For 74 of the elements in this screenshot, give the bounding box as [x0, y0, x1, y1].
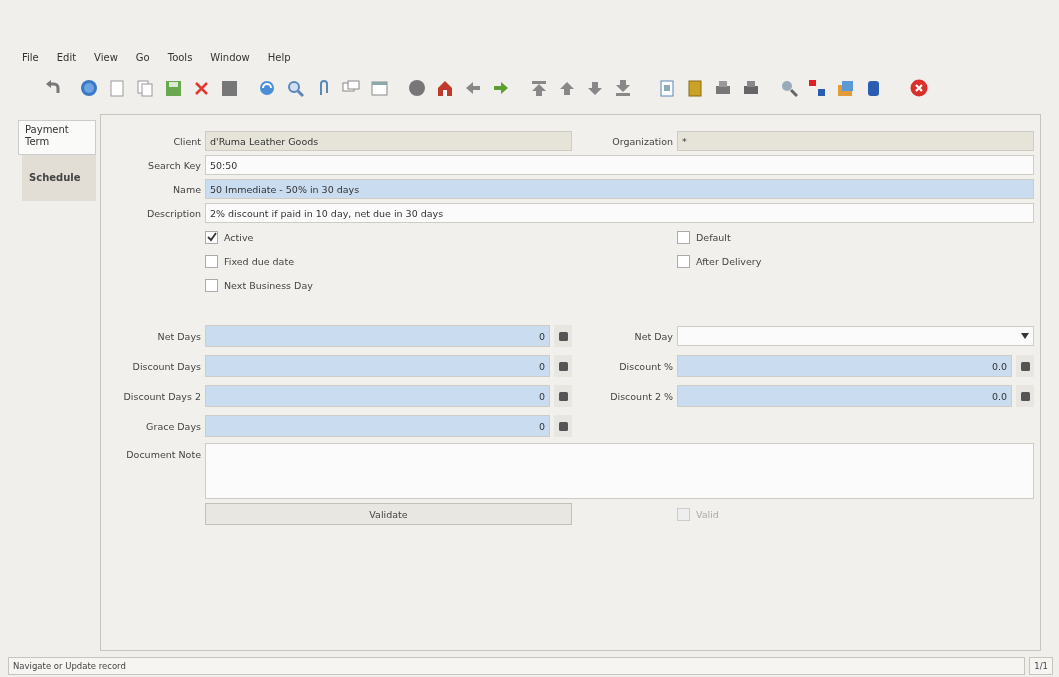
circle-icon[interactable]	[408, 78, 426, 98]
save-icon[interactable]	[164, 78, 182, 98]
menu-item[interactable]: View	[92, 50, 120, 64]
copy-record-icon[interactable]	[136, 78, 154, 98]
menu-item[interactable]: File	[20, 50, 41, 64]
square-icon	[558, 361, 568, 371]
search-icon[interactable]	[286, 78, 304, 98]
square-icon	[558, 391, 568, 401]
field-label: Name	[171, 183, 201, 195]
refresh-icon[interactable]	[258, 78, 276, 98]
zoom-icon[interactable]	[780, 78, 798, 98]
square-icon	[1020, 391, 1030, 401]
calculator-button[interactable]	[554, 325, 572, 347]
menu-item[interactable]: Go	[133, 50, 152, 64]
field-label: Discount Days 2	[122, 390, 201, 402]
number-field[interactable]: 0	[205, 385, 550, 407]
window-icon[interactable]	[370, 78, 388, 98]
calculator-button[interactable]	[554, 355, 572, 377]
home-icon[interactable]	[436, 78, 454, 98]
menu-item[interactable]: Edit	[54, 50, 79, 64]
checkbox-label: Default	[696, 231, 731, 243]
field-label: Discount Days	[131, 360, 201, 372]
square-icon	[558, 421, 568, 431]
close-icon[interactable]	[910, 78, 928, 98]
report-icon[interactable]	[658, 78, 676, 98]
field-label: Document Note	[125, 448, 201, 460]
checkbox-label: Valid	[696, 508, 719, 520]
number-field[interactable]: 0.0	[677, 355, 1012, 377]
field-label: Search Key	[147, 159, 201, 171]
menu-item[interactable]: Tools	[165, 50, 195, 64]
field-label: Grace Days	[145, 420, 201, 432]
dropdown-field[interactable]	[677, 326, 1034, 346]
checkbox-label: Next Business Day	[224, 279, 313, 291]
text-field[interactable]: *	[677, 131, 1034, 151]
checkbox[interactable]	[205, 230, 218, 244]
number-field[interactable]: 0	[205, 415, 550, 437]
tab[interactable]: Payment Term	[18, 120, 96, 155]
calculator-button[interactable]	[1016, 355, 1034, 377]
first-record-icon[interactable]	[530, 78, 548, 98]
caret-icon	[1021, 333, 1029, 339]
last-record-icon[interactable]	[614, 78, 632, 98]
text-field[interactable]: d'Ruma Leather Goods	[205, 131, 572, 151]
checkbox[interactable]	[205, 254, 218, 268]
text-field[interactable]: 2% discount if paid in 10 day, net due in 30 days	[205, 203, 1034, 223]
checkbox-label: Active	[224, 231, 254, 243]
new-record-icon[interactable]	[108, 78, 126, 98]
square-icon	[558, 331, 568, 341]
field-label: Discount 2 %	[609, 390, 673, 402]
checkbox[interactable]	[205, 278, 218, 292]
text-field[interactable]: 50 Immediate - 50% in 30 days	[205, 179, 1034, 199]
checkbox-label: After Delivery	[696, 255, 762, 267]
field-label: Client	[172, 135, 201, 147]
calculator-button[interactable]	[1016, 385, 1034, 407]
menu-item[interactable]: Help	[265, 50, 293, 64]
number-field[interactable]: 0	[205, 325, 550, 347]
record-counter: 1/1	[1029, 657, 1053, 675]
field-label: Discount %	[618, 360, 673, 372]
field-label: Net Day	[633, 330, 673, 342]
field-label: Net Days	[156, 330, 201, 342]
number-field[interactable]: 0	[205, 355, 550, 377]
field-label: Organization	[611, 135, 673, 147]
tab[interactable]: Schedule	[22, 155, 96, 201]
validate-button[interactable]: Validate	[205, 503, 572, 525]
calculator-button[interactable]	[554, 415, 572, 437]
text-field[interactable]: 50:50	[205, 155, 1034, 175]
status-message: Navigate or Update record	[8, 657, 1026, 675]
checkbox[interactable]	[677, 254, 690, 268]
menu-item[interactable]: Window	[208, 50, 252, 64]
field-label: Description	[145, 207, 201, 219]
checkbox[interactable]	[677, 230, 690, 244]
checkbox-label: Fixed due date	[224, 255, 294, 267]
calculator-button[interactable]	[554, 385, 572, 407]
number-field[interactable]: 0.0	[677, 385, 1012, 407]
square-icon	[1020, 361, 1030, 371]
